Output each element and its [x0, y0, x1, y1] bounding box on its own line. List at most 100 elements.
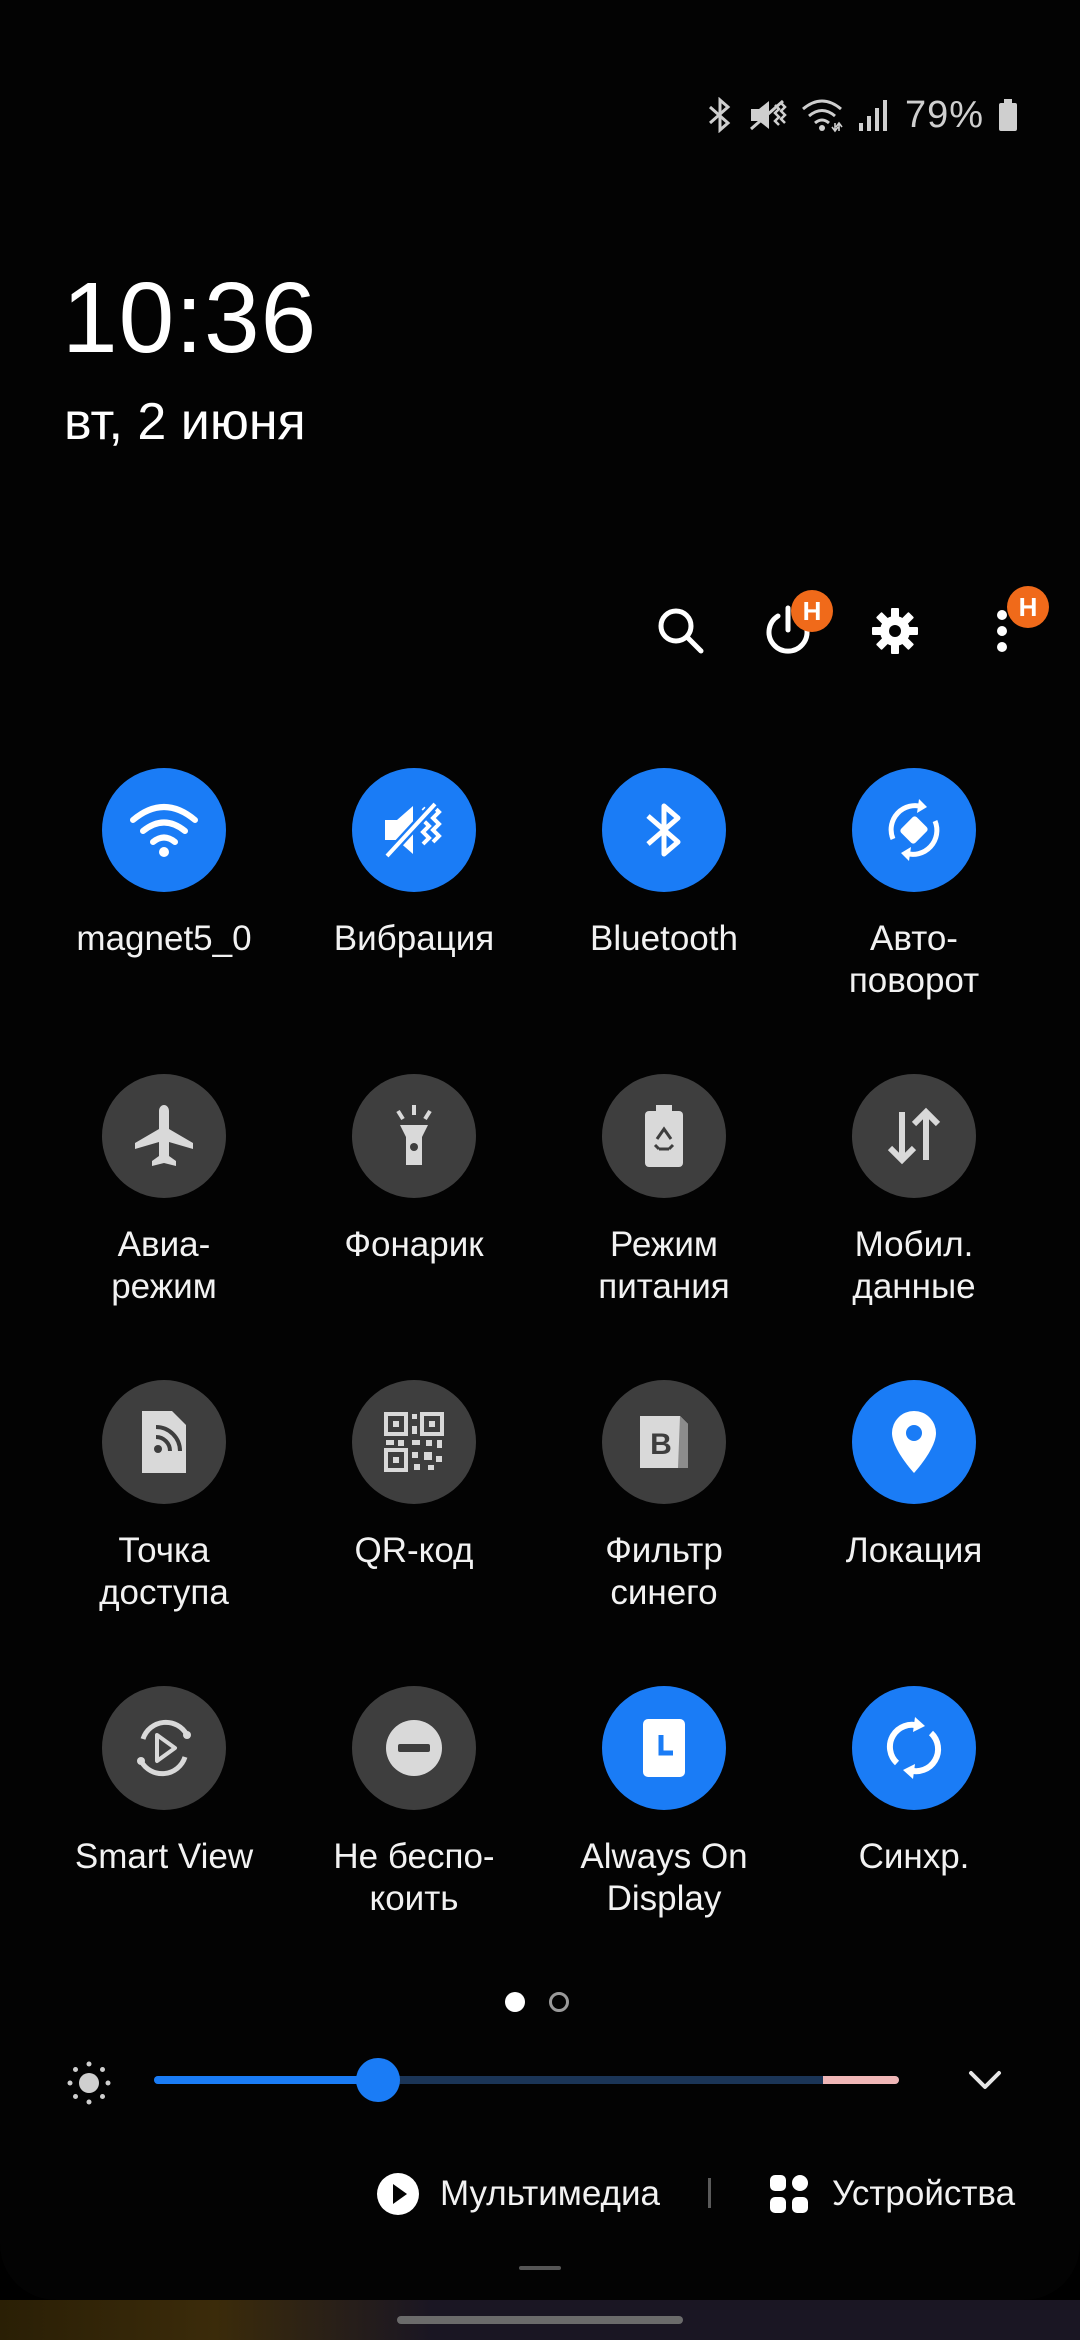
tile-qr-code-button[interactable] [352, 1380, 476, 1504]
tile-power-mode-button[interactable] [602, 1074, 726, 1198]
more-notification-badge: H [1007, 586, 1049, 628]
page-indicator [505, 1992, 569, 2012]
tile-do-not-disturb[interactable]: Не беспо- коить [289, 1686, 539, 1920]
tile-power-mode-label: Режим питания [598, 1225, 730, 1306]
tile-smart-view-label: Smart View [74, 1837, 254, 1876]
tile-flashlight-button[interactable] [352, 1074, 476, 1198]
vibrate-icon [383, 800, 442, 860]
tile-auto-rotate-label: Авто- поворот [848, 919, 980, 1000]
devices-grid-icon [770, 2175, 808, 2213]
tile-sync-button[interactable] [852, 1686, 976, 1810]
tile-wifi-label: magnet5_0 [76, 919, 252, 958]
tile-airplane-label: Авиа- режим [111, 1225, 217, 1306]
chevron-down-icon[interactable] [965, 2060, 1005, 2100]
play-icon [377, 2173, 419, 2215]
status-bar: 79% [707, 90, 1018, 140]
power-button[interactable]: H [753, 590, 833, 666]
tile-location-label: Локация [845, 1531, 983, 1570]
smart-view-icon [137, 1719, 191, 1777]
tile-airplane[interactable]: Авиа- режим [39, 1074, 289, 1308]
tile-mobile-data[interactable]: Мобил. данные [789, 1074, 1039, 1308]
page-dot-1[interactable] [505, 1992, 525, 2012]
tile-location-button[interactable] [852, 1380, 976, 1504]
page-dot-2[interactable] [549, 1992, 569, 2012]
tile-bluetooth-label: Bluetooth [590, 919, 738, 958]
navigation-handle[interactable] [397, 2316, 683, 2324]
brightness-slider[interactable] [154, 2058, 899, 2102]
gear-icon [872, 608, 918, 654]
wifi-icon [801, 97, 843, 133]
tile-auto-rotate-button[interactable] [852, 768, 976, 892]
panel-drag-handle[interactable] [519, 2266, 561, 2270]
clock-time[interactable]: 10:36 [62, 268, 317, 368]
more-options-button[interactable]: H [967, 586, 1049, 666]
tile-bluetooth[interactable]: Bluetooth [539, 768, 789, 960]
tile-mobile-data-button[interactable] [852, 1074, 976, 1198]
tile-sync[interactable]: Синхр. [789, 1686, 1039, 1878]
bluetooth-icon [707, 97, 733, 133]
tile-vibration-button[interactable] [352, 768, 476, 892]
tile-mobile-data-label: Мобил. данные [852, 1225, 976, 1306]
tile-always-on-display[interactable]: Always On Display [539, 1686, 789, 1920]
do-not-disturb-icon [386, 1720, 442, 1776]
tile-sync-label: Синхр. [858, 1837, 970, 1876]
always-on-display-icon [643, 1719, 685, 1777]
tile-wifi[interactable]: magnet5_0 [39, 768, 289, 960]
tile-hotspot[interactable]: Точка доступа [39, 1380, 289, 1614]
bluetooth-icon [646, 803, 681, 857]
tile-do-not-disturb-button[interactable] [352, 1686, 476, 1810]
tile-smart-view[interactable]: Smart View [39, 1686, 289, 1878]
svg-text:B: B [650, 1428, 672, 1461]
location-icon [892, 1411, 936, 1473]
tile-vibration-label: Вибрация [333, 919, 495, 958]
devices-label: Устройства [832, 2174, 1016, 2213]
signal-icon [857, 97, 891, 133]
media-output-button[interactable]: Мультимедиа [376, 2166, 660, 2222]
tile-flashlight-label: Фонарик [344, 1225, 484, 1264]
bottom-divider [708, 2178, 711, 2208]
power-mode-icon [645, 1105, 683, 1167]
wifi-icon [130, 804, 198, 857]
tile-blue-filter-button[interactable]: B [602, 1380, 726, 1504]
tile-blue-filter-label: Фильтр синего [605, 1531, 723, 1612]
tile-always-on-display-button[interactable] [602, 1686, 726, 1810]
brightness-slider-thumb[interactable] [355, 2058, 400, 2102]
flashlight-icon [396, 1105, 432, 1165]
tile-power-mode[interactable]: Режим питания [539, 1074, 789, 1308]
tile-smart-view-button[interactable] [102, 1686, 226, 1810]
tile-do-not-disturb-label: Не беспо- коить [333, 1837, 495, 1918]
search-button[interactable] [646, 596, 716, 666]
clock-date[interactable]: вт, 2 июня [64, 396, 306, 448]
brightness-slider-high-zone [823, 2076, 899, 2084]
battery-icon [998, 97, 1018, 133]
airplane-icon [135, 1105, 193, 1166]
devices-button[interactable]: Устройства [768, 2166, 1015, 2222]
mobile-data-icon [887, 1107, 941, 1165]
auto-rotate-icon [888, 799, 940, 861]
tile-always-on-display-label: Always On Display [580, 1837, 748, 1918]
sync-icon [886, 1717, 942, 1779]
settings-button[interactable] [860, 596, 930, 666]
tile-qr-code[interactable]: QR-код [289, 1380, 539, 1572]
tile-vibration[interactable]: Вибрация [289, 768, 539, 960]
hotspot-icon [142, 1411, 186, 1473]
tile-auto-rotate[interactable]: Авто- поворот [789, 768, 1039, 1002]
tile-location[interactable]: Локация [789, 1380, 1039, 1572]
brightness-slider-fill [154, 2076, 378, 2084]
qr-code-icon [384, 1412, 444, 1472]
power-notification-badge: H [791, 590, 833, 632]
tile-wifi-button[interactable] [102, 768, 226, 892]
tile-hotspot-button[interactable] [102, 1380, 226, 1504]
tile-flashlight[interactable]: Фонарик [289, 1074, 539, 1266]
blue-filter-icon: B [640, 1416, 688, 1468]
brightness-icon [67, 2061, 111, 2105]
search-icon [658, 608, 704, 654]
tile-airplane-button[interactable] [102, 1074, 226, 1198]
tile-blue-filter[interactable]: B Фильтр синего [539, 1380, 789, 1614]
media-output-label: Мультимедиа [440, 2174, 660, 2213]
vibrate-icon [747, 97, 787, 133]
tile-hotspot-label: Точка доступа [99, 1531, 229, 1612]
battery-percentage: 79% [904, 93, 984, 136]
tile-bluetooth-button[interactable] [602, 768, 726, 892]
tile-qr-code-label: QR-код [354, 1531, 474, 1570]
